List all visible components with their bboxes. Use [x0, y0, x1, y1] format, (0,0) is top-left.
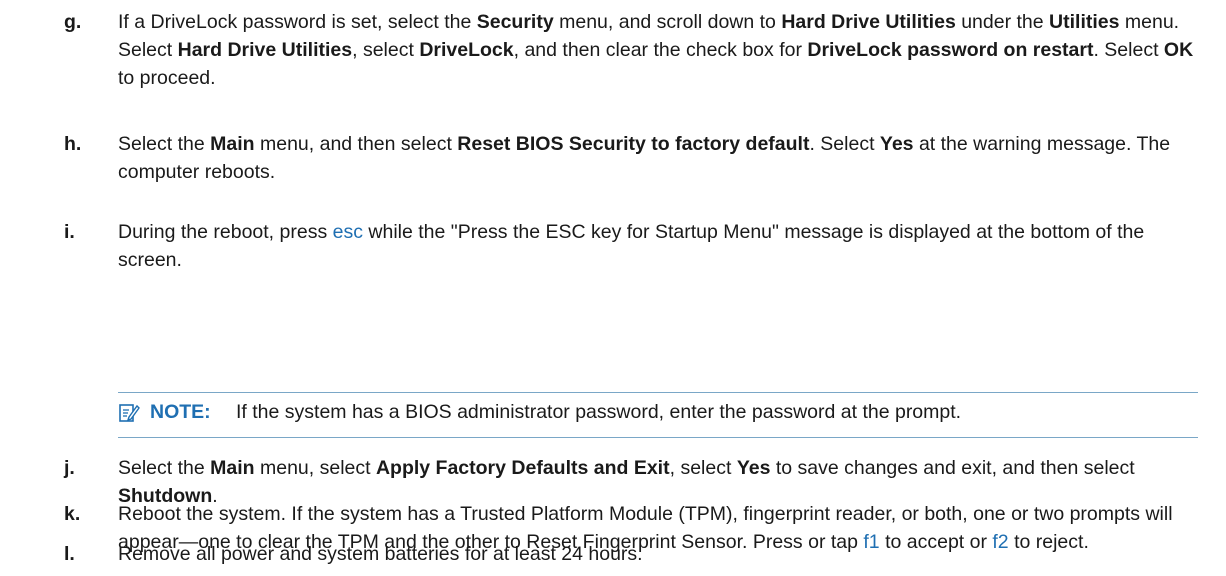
step-letter: j. [64, 457, 75, 479]
step-letter: l. [64, 543, 75, 565]
step-letter: k. [64, 503, 81, 525]
step-letter: h. [64, 133, 82, 155]
note-box: NOTE: If the system has a BIOS administr… [118, 392, 1198, 438]
step-text: Remove all power and system batteries fo… [118, 543, 643, 565]
key-esc: esc [332, 221, 363, 243]
note-pencil-icon [119, 404, 140, 422]
step-text: Select the Main menu, and then select Re… [118, 133, 1171, 183]
note-label: NOTE: [150, 401, 211, 423]
step-letter: i. [64, 221, 75, 243]
note-text: If the system has a BIOS administrator p… [236, 401, 962, 423]
step-text: During the reboot, press esc while the "… [118, 221, 1145, 271]
step-text: If a DriveLock password is set, select t… [118, 11, 1194, 89]
step-letter: g. [64, 11, 82, 33]
